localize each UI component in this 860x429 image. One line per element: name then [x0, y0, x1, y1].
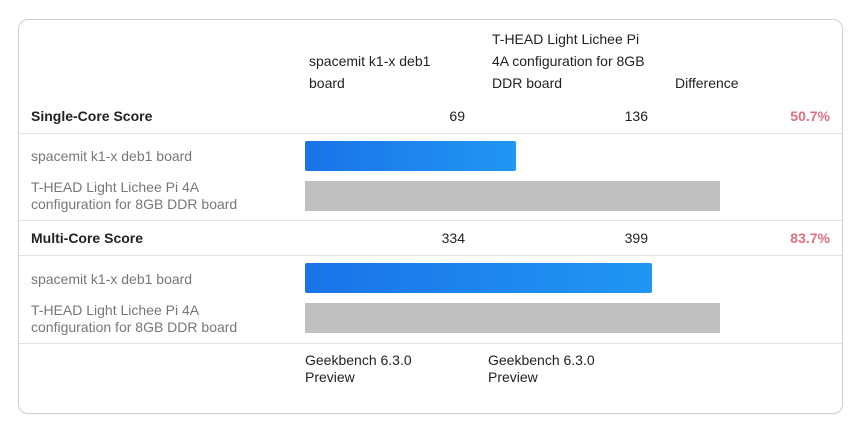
single-core-title: Single-Core Score: [31, 108, 153, 124]
single-core-difference: 50.7%: [790, 108, 830, 124]
separator: [19, 133, 842, 134]
header-device-a: spacemit k1-x deb1 board: [309, 53, 431, 91]
single-core-score-a: 69: [449, 108, 465, 124]
header-device-b: T-HEAD Light Lichee Pi 4A configuration …: [492, 31, 645, 91]
footer-version-b: Geekbench 6.3.0 Preview: [488, 352, 595, 385]
separator: [19, 343, 842, 344]
multi-core-score-b: 399: [624, 230, 648, 246]
multi-core-title: Multi-Core Score: [31, 230, 144, 246]
footer-version-a: Geekbench 6.3.0 Preview: [305, 352, 412, 385]
single-core-bar-device-b: [305, 181, 720, 211]
single-core-bar-device-a: [305, 141, 516, 171]
separator: [19, 255, 842, 256]
single-core-label-device-b: T-HEAD Light Lichee Pi 4A configuration …: [31, 179, 238, 212]
multi-core-difference: 83.7%: [790, 230, 830, 246]
multi-core-label-device-b: T-HEAD Light Lichee Pi 4A configuration …: [31, 302, 238, 335]
single-core-score-b: 136: [624, 108, 648, 124]
comparison-card: spacemit k1-x deb1 board T-HEAD Light Li…: [18, 19, 843, 414]
multi-core-label-device-a: spacemit k1-x deb1 board: [31, 271, 193, 287]
separator: [19, 220, 842, 221]
multi-core-score-a: 334: [441, 230, 465, 246]
multi-core-bar-device-a: [305, 263, 652, 293]
multi-core-bar-device-b: [305, 303, 720, 333]
single-core-label-device-a: spacemit k1-x deb1 board: [31, 148, 193, 164]
header-difference: Difference: [675, 75, 739, 91]
